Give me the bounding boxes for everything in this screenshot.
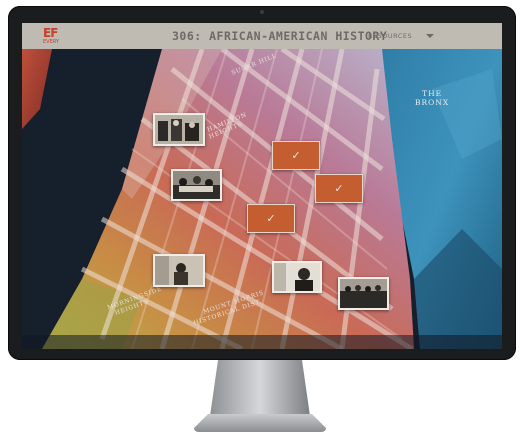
page-title: 306: AFRICAN-AMERICAN HISTORY xyxy=(172,29,388,43)
photo-thumbnail xyxy=(274,263,320,291)
photo-pin[interactable] xyxy=(338,277,389,310)
logo-mark: EF xyxy=(43,26,58,40)
check-icon: ✓ xyxy=(291,149,301,162)
photo-thumbnail xyxy=(173,171,220,199)
label-bronx-line1: THE xyxy=(422,89,443,98)
monitor-stand-base xyxy=(194,414,326,432)
top-bar: EF EVERY 306: AFRICAN-AMERICAN HISTORY R… xyxy=(22,23,502,49)
chevron-down-icon[interactable] xyxy=(426,34,434,38)
label-bronx-line2: BRONX xyxy=(415,98,450,107)
photo-pin[interactable] xyxy=(171,169,222,201)
label-the-bronx: THE BRONX xyxy=(415,89,449,107)
location-marker[interactable]: ✓ xyxy=(247,204,295,233)
photo-thumbnail xyxy=(155,256,203,285)
monitor-stand-neck xyxy=(210,360,310,416)
app-screen: EF EVERY 306: AFRICAN-AMERICAN HISTORY R… xyxy=(22,23,502,349)
photo-pin[interactable] xyxy=(153,113,205,146)
check-icon: ✓ xyxy=(266,212,276,225)
location-marker[interactable]: ✓ xyxy=(272,141,320,170)
resources-menu-label[interactable]: RESOURCES xyxy=(368,32,412,40)
logo-subtext: EVERY xyxy=(43,39,59,45)
location-marker[interactable]: ✓ xyxy=(315,174,363,203)
webcam xyxy=(260,10,264,14)
photo-thumbnail xyxy=(155,115,203,144)
check-icon: ✓ xyxy=(334,182,344,195)
photo-pin[interactable] xyxy=(272,261,322,293)
app-logo[interactable]: EF EVERY xyxy=(43,27,69,45)
photo-thumbnail xyxy=(340,279,387,308)
photo-pin[interactable] xyxy=(153,254,205,287)
monitor-frame: EF EVERY 306: AFRICAN-AMERICAN HISTORY R… xyxy=(8,6,516,360)
